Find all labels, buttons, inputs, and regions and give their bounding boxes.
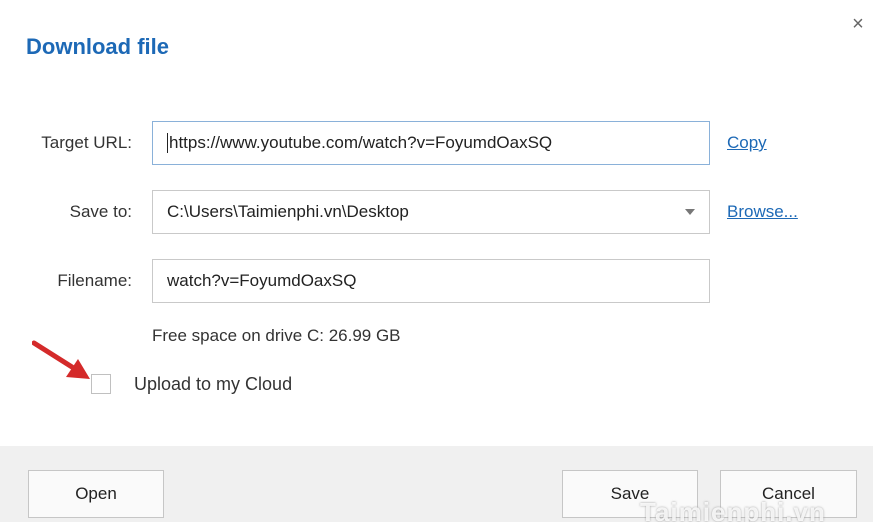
red-arrow-icon <box>32 340 90 379</box>
save-to-value: C:\Users\Taimienphi.vn\Desktop <box>167 202 409 221</box>
dialog-title: Download file <box>26 34 169 59</box>
download-file-dialog: Download file × Target URL: https://www.… <box>0 0 873 522</box>
save-button[interactable]: Save <box>562 470 698 518</box>
chevron-down-icon[interactable] <box>685 209 695 215</box>
target-url-input[interactable]: https://www.youtube.com/watch?v=FoyumdOa… <box>152 121 710 165</box>
text-caret <box>167 133 168 153</box>
dialog-footer: Open Save Cancel <box>0 446 873 522</box>
target-url-label: Target URL: <box>41 133 132 152</box>
browse-link[interactable]: Browse... <box>727 202 798 222</box>
cancel-button[interactable]: Cancel <box>720 470 857 518</box>
upload-to-cloud-checkbox[interactable] <box>91 374 111 394</box>
save-to-select[interactable]: C:\Users\Taimienphi.vn\Desktop <box>152 190 710 234</box>
filename-input[interactable]: watch?v=FoyumdOaxSQ <box>152 259 710 303</box>
copy-link[interactable]: Copy <box>727 133 767 153</box>
open-button[interactable]: Open <box>28 470 164 518</box>
save-to-label: Save to: <box>69 202 132 221</box>
filename-value: watch?v=FoyumdOaxSQ <box>167 271 357 290</box>
filename-label: Filename: <box>57 271 132 290</box>
target-url-value: https://www.youtube.com/watch?v=FoyumdOa… <box>169 133 553 152</box>
free-space-text: Free space on drive C: 26.99 GB <box>152 326 401 345</box>
upload-to-cloud-label[interactable]: Upload to my Cloud <box>134 374 292 395</box>
close-icon[interactable]: × <box>846 12 870 36</box>
